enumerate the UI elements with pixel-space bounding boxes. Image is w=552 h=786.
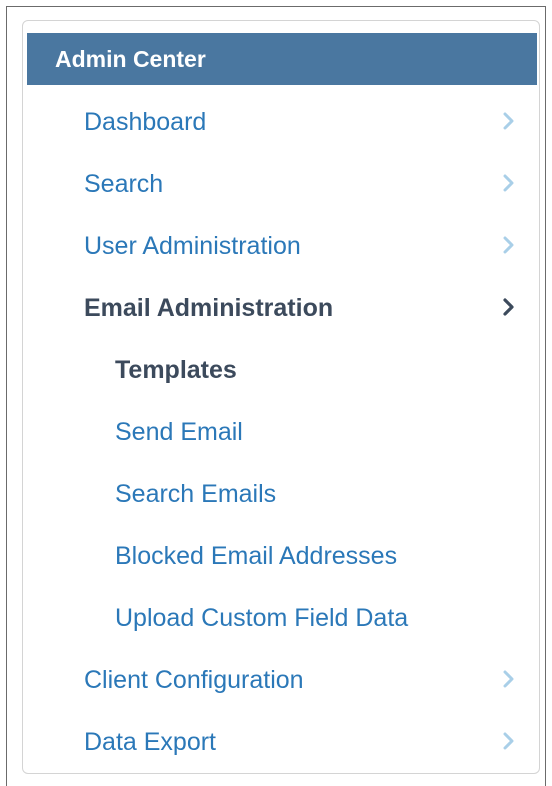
submenu-item-search-emails[interactable]: Search Emails [23,463,539,525]
menu-item-user-administration[interactable]: User Administration [23,215,539,277]
menu-item-label: Search [84,170,164,198]
admin-menu: Dashboard Search User Administration Ema… [23,91,539,773]
menu-item-label: User Administration [84,232,301,260]
panel-title: Admin Center [27,33,537,85]
menu-item-label: Dashboard [84,108,207,136]
chevron-right-icon [499,173,519,193]
menu-item-label: Client Configuration [84,666,304,694]
menu-item-label: Data Export [84,728,217,756]
menu-item-label: Blocked Email Addresses [115,542,398,570]
menu-item-data-export[interactable]: Data Export [23,711,539,773]
menu-item-email-administration[interactable]: Email Administration [23,277,539,339]
chevron-right-icon [499,731,519,751]
chevron-right-icon [499,669,519,689]
menu-item-dashboard[interactable]: Dashboard [23,91,539,153]
menu-item-label: Templates [115,356,237,384]
submenu-item-blocked-email-addresses[interactable]: Blocked Email Addresses [23,525,539,587]
submenu-item-templates[interactable]: Templates [23,339,539,401]
chevron-right-icon [499,297,519,317]
submenu-item-send-email[interactable]: Send Email [23,401,539,463]
menu-item-label: Email Administration [84,294,334,322]
menu-item-client-configuration[interactable]: Client Configuration [23,649,539,711]
menu-item-label: Search Emails [115,480,277,508]
submenu-item-upload-custom-field-data[interactable]: Upload Custom Field Data [23,587,539,649]
menu-item-search[interactable]: Search [23,153,539,215]
menu-item-label: Send Email [115,418,243,446]
chevron-right-icon [499,235,519,255]
menu-item-label: Upload Custom Field Data [115,604,409,632]
chevron-right-icon [499,111,519,131]
admin-center-panel: Admin Center Dashboard Search User Admin… [22,20,540,774]
